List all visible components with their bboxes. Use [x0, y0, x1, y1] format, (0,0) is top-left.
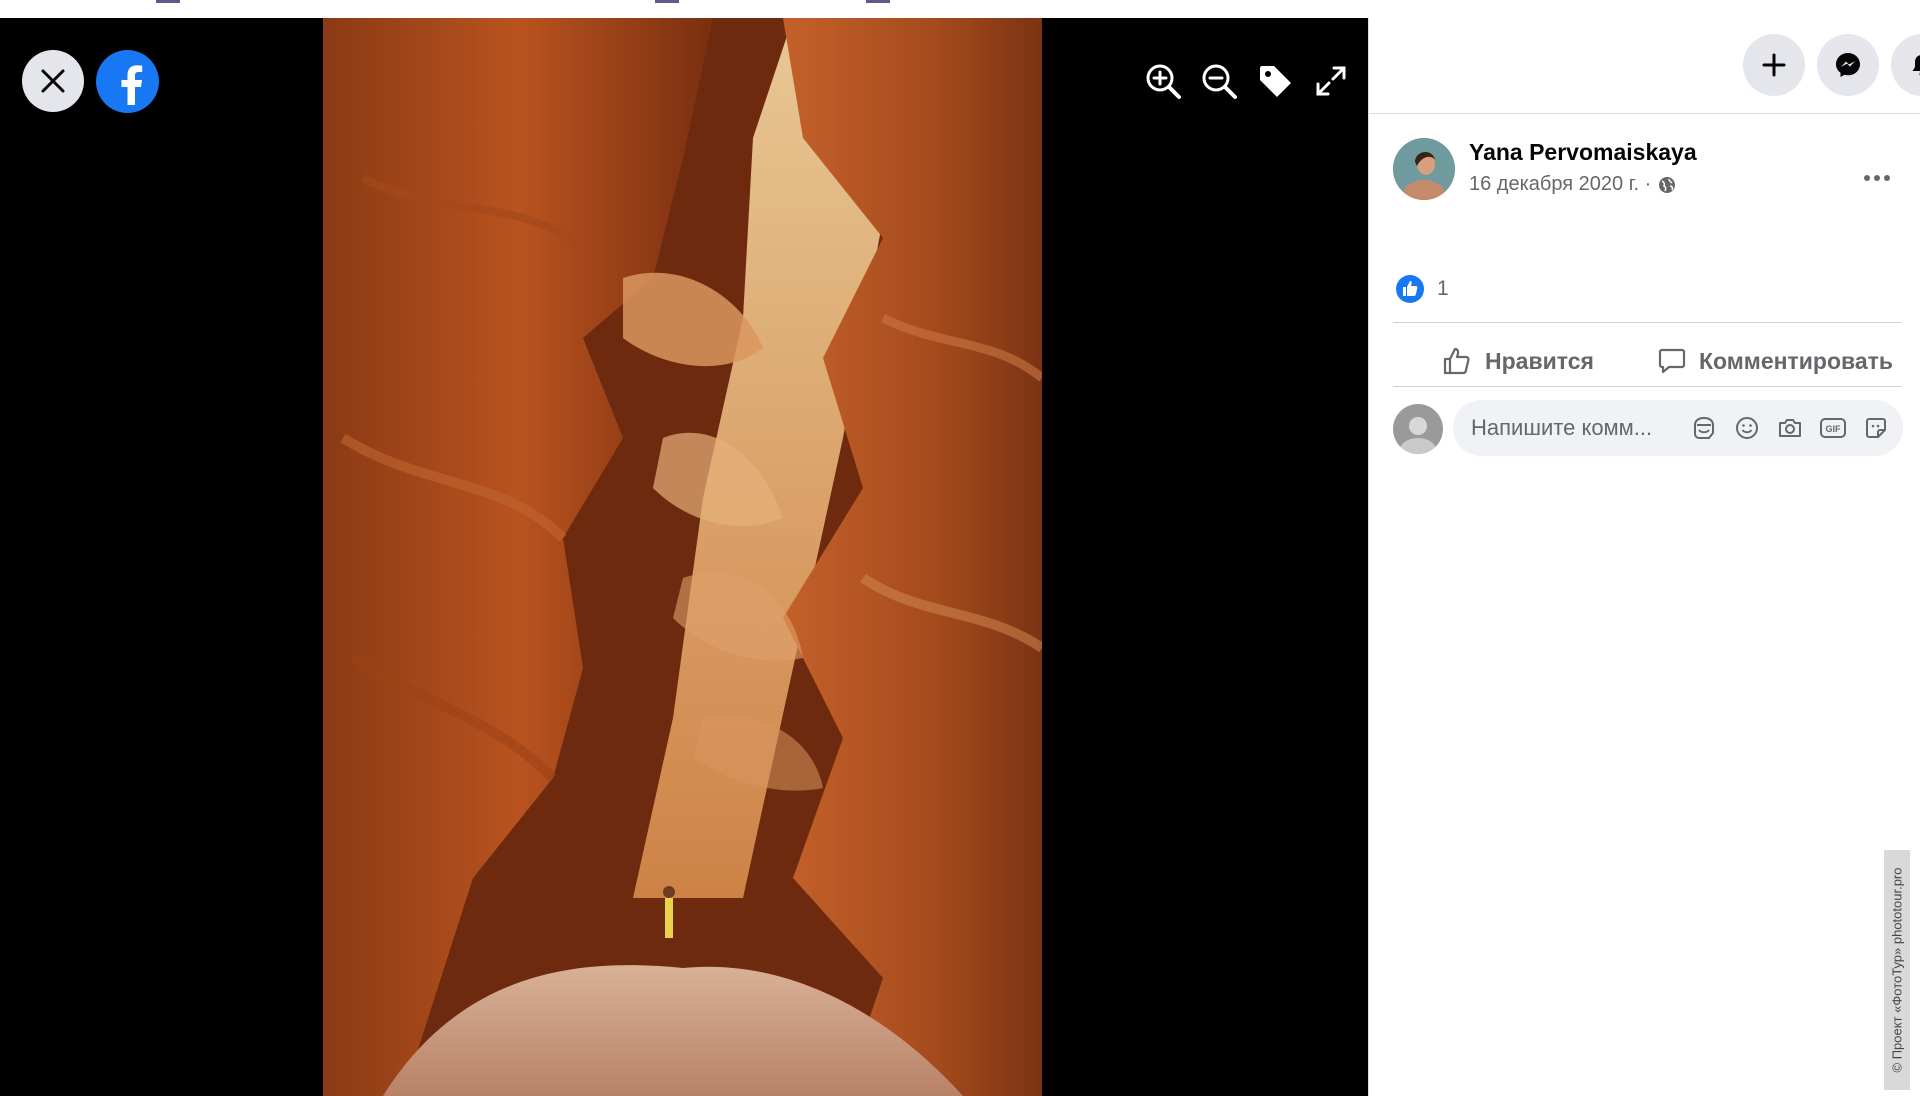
thumbs-up-icon [1443, 347, 1470, 375]
post-options-button[interactable] [1857, 158, 1897, 198]
comment-label: Комментировать [1699, 347, 1894, 374]
post-date[interactable]: 16 декабря 2020 г. · [1469, 173, 1677, 196]
divider-bottom [1393, 386, 1901, 387]
like-label: Нравится [1485, 347, 1594, 374]
facebook-home-button[interactable] [96, 50, 159, 113]
svg-text:GIF: GIF [1826, 424, 1842, 434]
plus-icon [1762, 53, 1786, 77]
create-button[interactable] [1743, 34, 1805, 96]
close-button[interactable] [22, 50, 84, 112]
comment-icon [1658, 348, 1686, 374]
zoom-in-button[interactable] [1142, 60, 1184, 102]
watermark: © Проект «ФотоТур» phototour.pro [1884, 850, 1910, 1090]
zoom-out-button[interactable] [1198, 60, 1240, 102]
avatar-sticker-button[interactable] [1689, 413, 1719, 443]
notifications-button[interactable] [1891, 34, 1920, 96]
sidebar-header [1369, 18, 1920, 114]
fullscreen-icon [1316, 66, 1346, 96]
watermark-text: © Проект «ФотоТур» phototour.pro [1889, 867, 1905, 1073]
camera-icon [1779, 419, 1801, 437]
emoji-icon [1736, 417, 1758, 439]
messenger-icon [1836, 53, 1860, 77]
sticker-button[interactable] [1861, 413, 1891, 443]
messenger-button[interactable] [1817, 34, 1879, 96]
post-date-text[interactable]: 16 декабря 2020 г. · [1469, 173, 1651, 196]
emoji-button[interactable] [1732, 413, 1762, 443]
sticker-icon [1866, 418, 1886, 438]
fullscreen-button[interactable] [1310, 60, 1352, 102]
gif-button[interactable]: GIF [1818, 413, 1848, 443]
photo-viewer [0, 18, 1368, 1096]
post-sidebar: Yana Pervomaiskaya 16 декабря 2020 г. · … [1368, 18, 1920, 1096]
photo-button[interactable] [1775, 413, 1805, 443]
avatar-sticker-icon [1694, 416, 1714, 439]
gif-icon: GIF [1820, 418, 1846, 438]
like-reaction-icon [1396, 275, 1424, 303]
close-icon [41, 69, 65, 93]
tag-button[interactable] [1254, 60, 1296, 102]
like-count: 1 [1437, 277, 1449, 300]
comment-box[interactable]: GIF [1453, 400, 1903, 456]
zoom-out-icon [1202, 64, 1237, 99]
author-avatar[interactable] [1393, 138, 1455, 200]
comment-input[interactable] [1471, 400, 1681, 456]
divider-top [1393, 322, 1901, 323]
canyon-photo [323, 18, 1042, 1096]
browser-top-strip [0, 0, 1920, 19]
author-name[interactable]: Yana Pervomaiskaya [1469, 139, 1697, 166]
current-user-avatar[interactable] [1393, 404, 1443, 454]
facebook-logo-icon [121, 64, 142, 105]
bell-icon [1912, 55, 1920, 76]
more-dots-icon [1864, 175, 1890, 181]
like-button[interactable]: Нравится [1441, 336, 1594, 386]
reaction-summary[interactable]: 1 [1395, 274, 1449, 304]
comment-button[interactable]: Комментировать [1657, 336, 1893, 386]
globe-icon [1659, 176, 1676, 193]
zoom-in-icon [1146, 64, 1181, 99]
tag-icon [1260, 66, 1291, 97]
